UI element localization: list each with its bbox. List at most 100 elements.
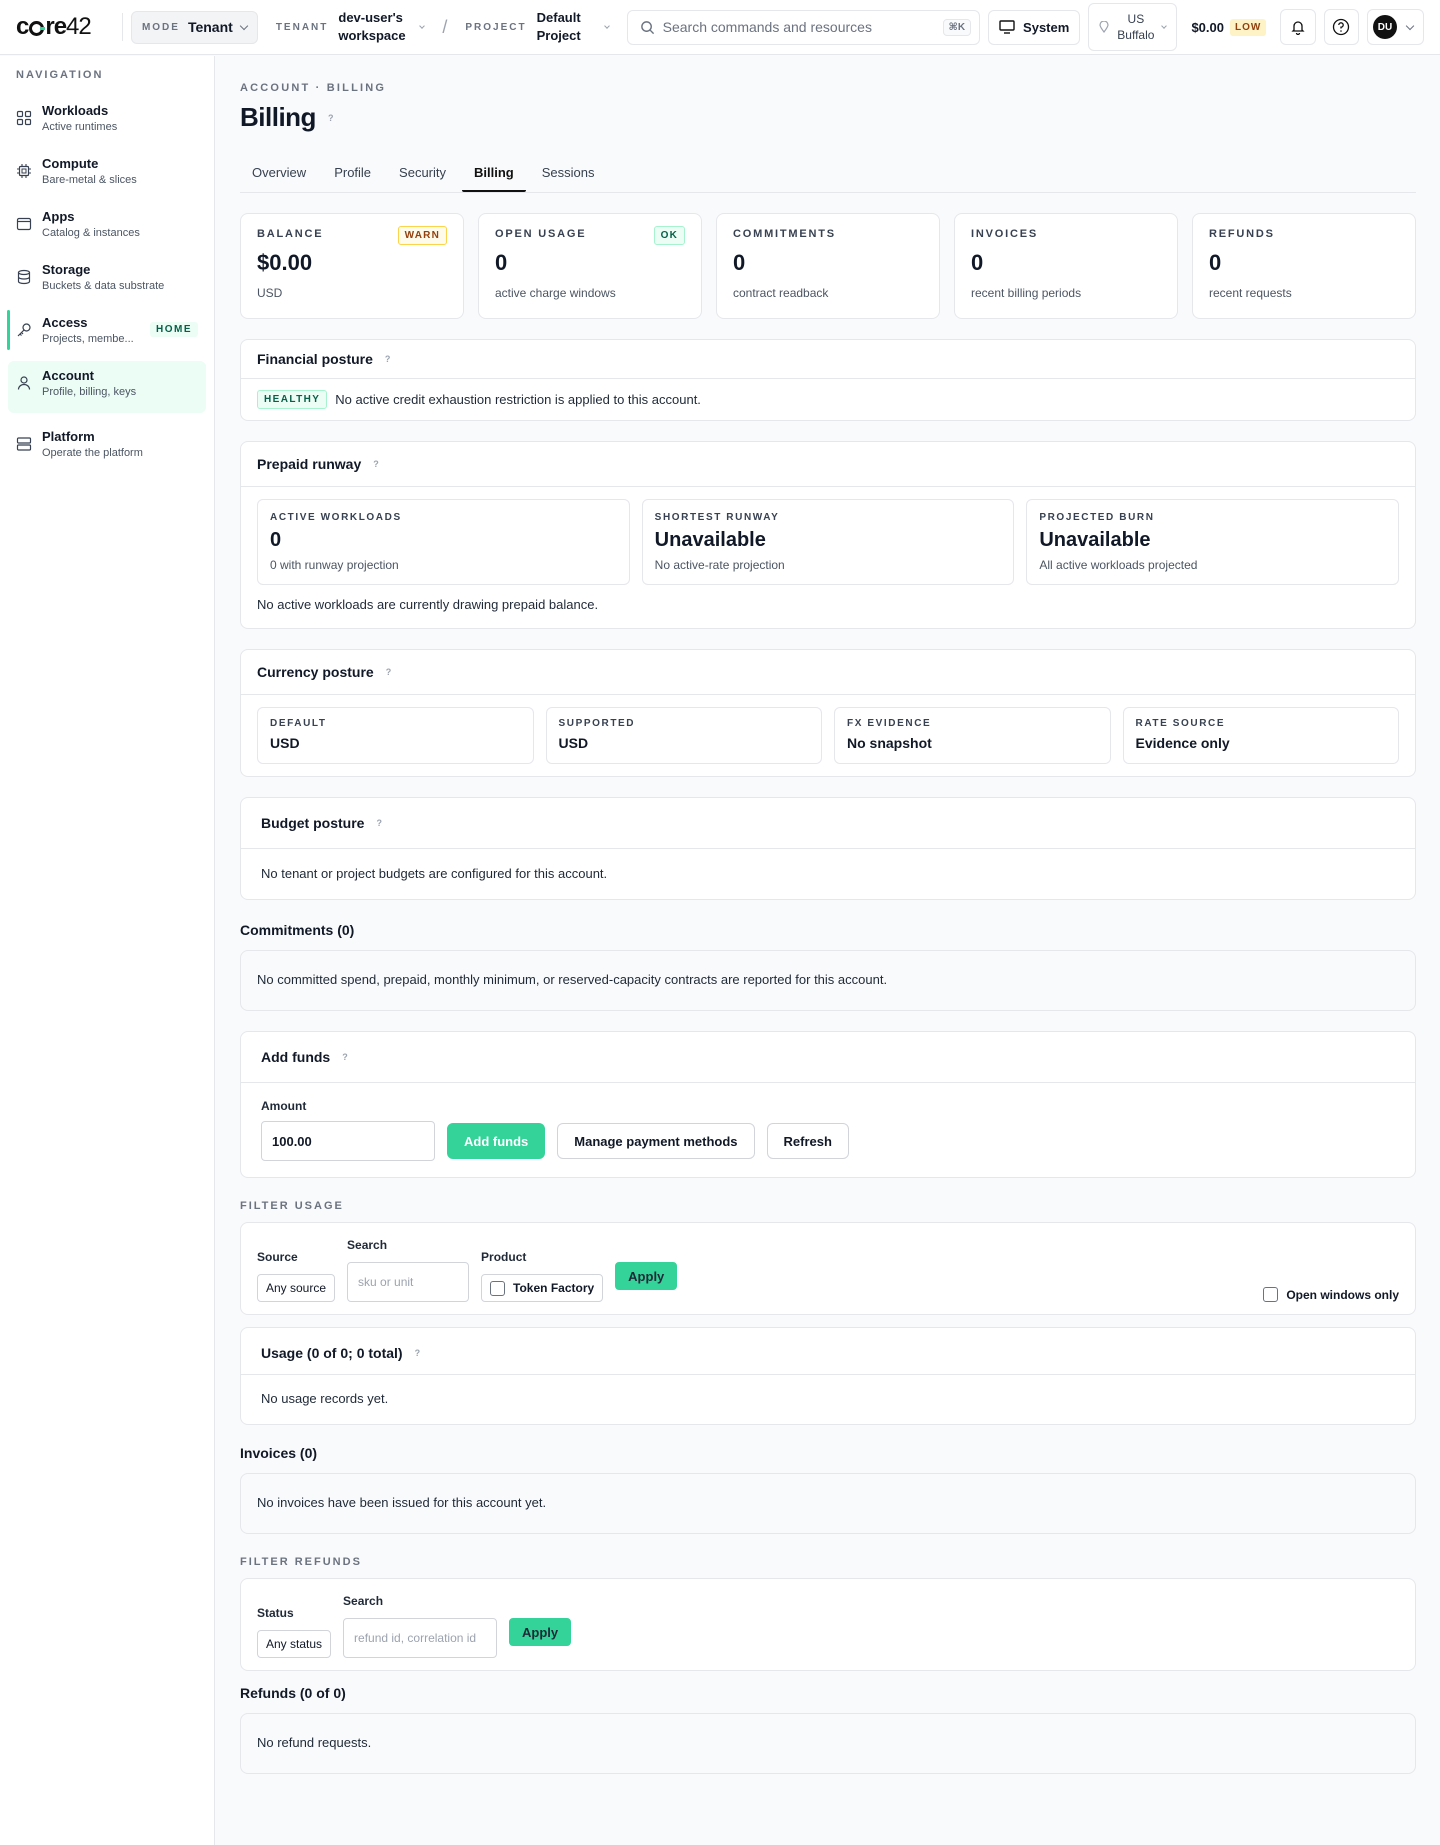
- manage-payment-methods-button[interactable]: Manage payment methods: [557, 1123, 755, 1159]
- mode-selector[interactable]: MODE Tenant: [130, 10, 258, 44]
- breadcrumb: ACCOUNT · BILLING: [240, 82, 387, 94]
- database-icon: [17, 269, 31, 285]
- filter-usage-heading: FILTER USAGE: [240, 1200, 344, 1212]
- kpi-open-usage: OPEN USAGE 0 active charge windows OK: [478, 213, 702, 319]
- usage-empty: No usage records yet.: [261, 1391, 389, 1406]
- status-label: Status: [257, 1606, 294, 1620]
- usage-card: Usage (0 of 0; 0 total) ? No usage recor…: [240, 1327, 1416, 1425]
- tab-sessions[interactable]: Sessions: [530, 155, 607, 192]
- bell-icon: [1291, 21, 1305, 35]
- card-title: Financial posture: [257, 351, 373, 367]
- low-balance-badge: LOW: [1230, 18, 1267, 36]
- refunds-apply-button[interactable]: Apply: [509, 1618, 572, 1646]
- help-icon[interactable]: ?: [342, 1052, 348, 1062]
- card-title: Add funds: [261, 1049, 331, 1065]
- monitor-icon: [999, 20, 1015, 34]
- search-label: Search: [343, 1594, 384, 1608]
- source-label: Source: [257, 1250, 298, 1264]
- tab-profile[interactable]: Profile: [322, 155, 383, 192]
- sidebar-item-account[interactable]: Account Profile, billing, keys: [8, 361, 206, 413]
- runway-shortest: SHORTEST RUNWAY Unavailable No active-ra…: [641, 499, 1015, 585]
- user-menu[interactable]: DU: [1367, 9, 1425, 45]
- search-placeholder: Search commands and resources: [662, 19, 872, 35]
- project-selector[interactable]: PROJECT Default Project: [465, 9, 610, 45]
- commitments-empty: No committed spend, prepaid, monthly min…: [240, 950, 1416, 1011]
- financial-text: No active credit exhaustion restriction …: [335, 392, 701, 407]
- budget-text: No tenant or project budgets are configu…: [261, 866, 608, 881]
- user-icon: [17, 376, 31, 390]
- help-icon[interactable]: ?: [376, 818, 382, 828]
- add-funds-button[interactable]: Add funds: [447, 1123, 546, 1159]
- help-circle-icon: [1333, 18, 1350, 36]
- region-label: US Buffalo: [1117, 12, 1155, 42]
- chevron-down-icon: [419, 22, 426, 29]
- sidebar-item-access[interactable]: Access Projects, membe... HOME: [7, 308, 206, 352]
- sidebar-item-storage[interactable]: Storage Buckets & data substrate: [8, 255, 206, 299]
- invoices-empty: No invoices have been issued for this ac…: [240, 1473, 1416, 1534]
- theme-button[interactable]: System: [988, 9, 1081, 45]
- location-pin-icon: [1099, 21, 1109, 33]
- filter-refunds-heading: FILTER REFUNDS: [240, 1556, 362, 1568]
- help-icon[interactable]: ?: [415, 1348, 421, 1358]
- amount-input[interactable]: 100.00: [261, 1121, 435, 1161]
- runway-note: No active workloads are currently drawin…: [257, 597, 599, 612]
- tab-bar: Overview Profile Security Billing Sessio…: [240, 155, 1416, 193]
- usage-apply-button[interactable]: Apply: [615, 1262, 678, 1290]
- currency-fx-evidence: FX EVIDENCE No snapshot: [834, 707, 1111, 764]
- sidebar-item-platform[interactable]: Platform Operate the platform: [8, 422, 206, 466]
- chevron-down-icon: [1405, 21, 1415, 30]
- status-badge: OK: [653, 226, 685, 245]
- status-badge: WARN: [397, 226, 447, 245]
- key-icon: [17, 323, 31, 337]
- tab-overview[interactable]: Overview: [240, 155, 318, 192]
- card-title: Currency posture: [257, 664, 374, 680]
- command-search[interactable]: Search commands and resources ⌘K: [626, 9, 981, 45]
- region-selector[interactable]: US Buffalo: [1088, 3, 1178, 51]
- help-button[interactable]: [1323, 9, 1360, 45]
- help-icon[interactable]: ?: [385, 354, 391, 364]
- checkbox[interactable]: [1263, 1287, 1279, 1302]
- sidebar-item-workloads[interactable]: Workloads Active runtimes: [8, 96, 206, 140]
- source-select[interactable]: Any source: [257, 1274, 336, 1302]
- search-label: Search: [347, 1238, 388, 1252]
- open-windows-only-checkbox[interactable]: Open windows only: [1263, 1287, 1399, 1302]
- help-icon[interactable]: ?: [373, 459, 379, 469]
- divider: [121, 13, 123, 41]
- card-title: Budget posture: [261, 815, 365, 831]
- grid-icon: [16, 110, 32, 126]
- refund-search-input[interactable]: refund id, correlation id: [343, 1618, 498, 1658]
- tab-security[interactable]: Security: [387, 155, 458, 192]
- balance-indicator[interactable]: $0.00 LOW: [1191, 18, 1267, 36]
- tenant-selector[interactable]: TENANT dev-user's workspace: [276, 9, 426, 45]
- tab-billing[interactable]: Billing: [462, 155, 526, 192]
- status-select[interactable]: Any status: [257, 1630, 332, 1658]
- kpi-commitments: COMMITMENTS 0 contract readback: [716, 213, 940, 319]
- context-separator: /: [442, 16, 448, 37]
- product-token-factory-checkbox[interactable]: Token Factory: [481, 1274, 604, 1302]
- healthy-badge: HEALTHY: [257, 390, 328, 409]
- invoices-heading: Invoices (0): [240, 1445, 318, 1461]
- notifications-button[interactable]: [1280, 9, 1316, 45]
- prepaid-runway-card: Prepaid runway ? ACTIVE WORKLOADS 0 0 wi…: [240, 441, 1416, 629]
- currency-rate-source: RATE SOURCE Evidence only: [1122, 707, 1399, 764]
- help-icon[interactable]: ?: [386, 667, 392, 677]
- home-badge: HOME: [150, 322, 198, 337]
- usage-filter-bar: Source Any source Search sku or unit Pro…: [240, 1222, 1416, 1315]
- kpi-refunds: REFUNDS 0 recent requests: [1192, 213, 1416, 319]
- currency-supported: SUPPORTED USD: [545, 707, 822, 764]
- checkbox[interactable]: [490, 1280, 506, 1296]
- sidebar-item-apps[interactable]: Apps Catalog & instances: [8, 202, 206, 246]
- runway-projected-burn: PROJECTED BURN Unavailable All active wo…: [1026, 499, 1400, 585]
- commitments-heading: Commitments (0): [240, 922, 355, 938]
- kpi-balance: BALANCE $0.00 USD WARN: [240, 213, 464, 319]
- product-label: Product: [481, 1250, 527, 1264]
- usage-search-input[interactable]: sku or unit: [347, 1262, 470, 1302]
- server-icon: [16, 437, 32, 451]
- top-bar: c re 42 MODE Tenant TENANT dev-user's work…: [0, 0, 1440, 55]
- refresh-button[interactable]: Refresh: [766, 1123, 849, 1159]
- main-content: ACCOUNT · BILLING Billing ? Overview Pro…: [240, 56, 1416, 1774]
- help-icon[interactable]: ?: [328, 113, 334, 123]
- kpi-row: BALANCE $0.00 USD WARN OPEN USAGE 0 acti…: [240, 213, 1416, 319]
- sidebar-item-compute[interactable]: Compute Bare-metal & slices: [8, 149, 206, 193]
- logo[interactable]: c re 42: [16, 13, 118, 41]
